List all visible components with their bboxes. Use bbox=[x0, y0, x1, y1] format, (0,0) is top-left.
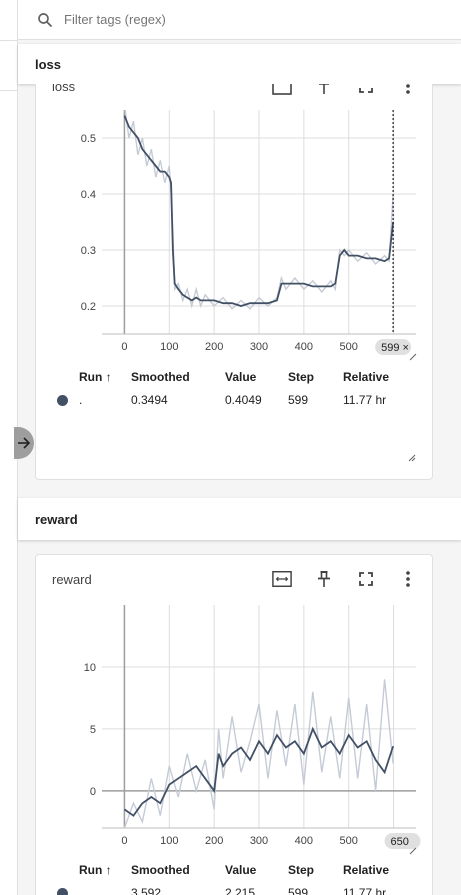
col-step: Step bbox=[288, 370, 315, 384]
y-tick-label: 0 bbox=[90, 786, 96, 798]
cell-value: 2.215 bbox=[225, 886, 256, 895]
col-relative: Relative bbox=[343, 863, 390, 877]
col-value: Value bbox=[225, 863, 257, 877]
tag-filter-bar[interactable]: Filter tags (regex) bbox=[18, 0, 461, 40]
x-tick-label: 400 bbox=[295, 835, 313, 847]
step-chip-label: 599 × bbox=[381, 342, 409, 354]
step-chip-label: 650 bbox=[391, 836, 409, 848]
cell-smoothed: 3.592 bbox=[131, 886, 162, 895]
cell-step: 599 bbox=[288, 393, 309, 407]
chart-resize-handle bbox=[409, 353, 417, 361]
gutter-divider bbox=[0, 90, 18, 91]
col-relative: Relative bbox=[343, 370, 390, 384]
cell-smoothed: 0.3494 bbox=[131, 393, 168, 407]
col-run[interactable]: Run ↑ bbox=[79, 863, 112, 877]
col-run[interactable]: Run ↑ bbox=[79, 370, 112, 384]
run-color-dot bbox=[57, 888, 68, 895]
arrow-right-icon bbox=[18, 437, 31, 449]
group-header-loss[interactable]: loss bbox=[18, 44, 461, 84]
table-row: 3.592 2.215 599 11.77 hr bbox=[36, 886, 432, 895]
x-tick-label: 400 bbox=[295, 341, 313, 353]
y-tick-label: 5 bbox=[90, 724, 96, 736]
search-icon bbox=[36, 11, 54, 29]
x-tick-label: 100 bbox=[160, 341, 178, 353]
y-tick-label: 0.4 bbox=[81, 189, 96, 201]
col-smoothed: Smoothed bbox=[131, 370, 190, 384]
x-tick-label: 200 bbox=[205, 835, 223, 847]
reward-chart[interactable]: 01002003004005006000510650 bbox=[36, 555, 433, 860]
x-tick-label: 500 bbox=[340, 341, 358, 353]
gutter-divider bbox=[0, 40, 18, 41]
scalar-card-reward: reward 01002003004005006000510650 Run ↑ … bbox=[35, 554, 433, 895]
cell-run: . bbox=[79, 393, 83, 407]
col-smoothed: Smoothed bbox=[131, 863, 190, 877]
cell-value: 0.4049 bbox=[225, 393, 262, 407]
cell-step: 599 bbox=[288, 886, 309, 895]
x-tick-label: 200 bbox=[205, 341, 223, 353]
cell-relative: 11.77 hr bbox=[343, 886, 387, 895]
x-tick-label: 300 bbox=[250, 835, 268, 847]
sidebar-toggle-button[interactable] bbox=[14, 427, 34, 459]
scalar-card-loss: loss 01002003004005006000.20.30.40.5599 … bbox=[35, 84, 433, 480]
x-tick-label: 100 bbox=[160, 835, 178, 847]
cell-relative: 11.77 hr bbox=[343, 393, 387, 407]
x-tick-label: 500 bbox=[340, 835, 358, 847]
group-title: loss bbox=[35, 56, 62, 72]
x-tick-label: 0 bbox=[121, 835, 127, 847]
table-header: Run ↑ Smoothed Value Step Relative bbox=[36, 370, 432, 386]
tag-filter-input[interactable]: Filter tags (regex) bbox=[64, 12, 166, 27]
x-tick-label: 0 bbox=[121, 341, 127, 353]
loss-chart[interactable]: 01002003004005006000.20.30.40.5599 × bbox=[36, 84, 433, 369]
y-tick-label: 0.2 bbox=[81, 301, 96, 313]
table-header: Run ↑ Smoothed Value Step Relative bbox=[36, 863, 432, 879]
y-tick-label: 10 bbox=[84, 662, 96, 674]
col-value: Value bbox=[225, 370, 257, 384]
group-title: reward bbox=[35, 511, 78, 527]
x-tick-label: 300 bbox=[250, 341, 268, 353]
run-color-dot bbox=[57, 395, 68, 406]
table-row: . 0.3494 0.4049 599 11.77 hr bbox=[36, 393, 432, 409]
col-step: Step bbox=[288, 863, 315, 877]
resize-handle-icon[interactable] bbox=[408, 454, 416, 462]
y-tick-label: 0.3 bbox=[81, 245, 96, 257]
y-tick-label: 0.5 bbox=[81, 133, 96, 145]
group-header-reward[interactable]: reward bbox=[18, 498, 461, 540]
